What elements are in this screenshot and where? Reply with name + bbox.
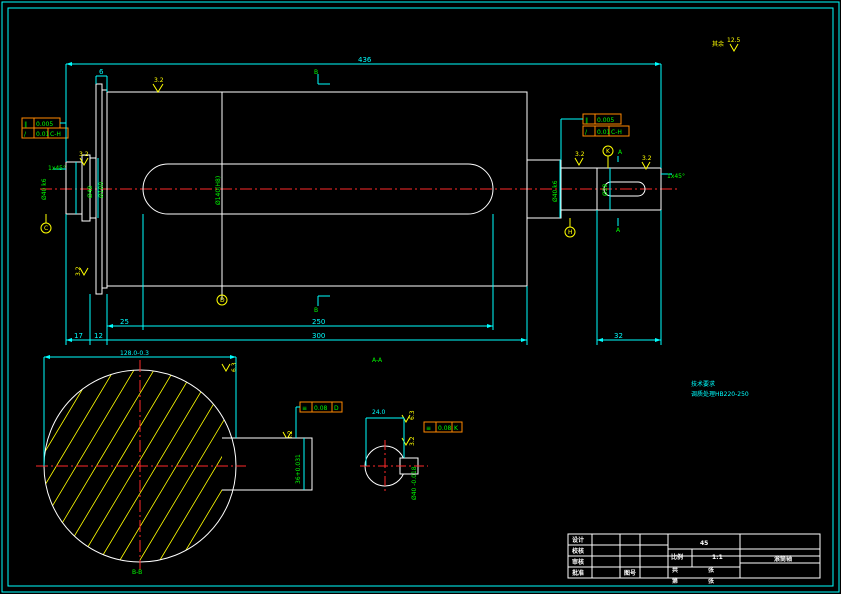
tb-material: 45 xyxy=(700,540,708,547)
roughness-value: 3.2 xyxy=(409,436,416,446)
roughness-value: 6.3 xyxy=(231,362,238,372)
tol-left-datum: C-H xyxy=(50,131,61,138)
tol-right-datum: C-H xyxy=(611,129,622,136)
tol-right-position: 0.01 xyxy=(597,129,611,136)
leaders xyxy=(53,118,672,175)
dia-right-journal: Ø40 k6 xyxy=(552,180,559,202)
section-a-top: A xyxy=(618,149,623,156)
section-bb-view: 128.0-0.3 36+0.031 ≡ 0.08 D B-B xyxy=(36,350,343,576)
dim-right-journal: 32 xyxy=(614,332,623,340)
tb-scale-value: 1:1 xyxy=(712,554,723,561)
section-bb-label: B-B xyxy=(132,569,142,576)
diameter-labels: Ø40 k6 Ø48 Ø100 Ø140(H8) Ø40 k6 Ø28 xyxy=(41,176,609,205)
svg-text:∥: ∥ xyxy=(24,121,27,128)
dimension-lines xyxy=(65,63,662,345)
dim-keyway-width: 24.0 xyxy=(372,409,386,416)
dia-bore: Ø140(H8) xyxy=(215,176,222,205)
dim-overall: 436 xyxy=(358,56,372,64)
inner-frame xyxy=(7,7,834,587)
svg-text:∥: ∥ xyxy=(585,117,588,124)
section-aa-view: A-A 24.0 Ø40 -0.018 ≡ 0.08 K xyxy=(360,357,463,500)
section-markers xyxy=(317,74,619,306)
tol-small-datum: K xyxy=(454,425,459,432)
dim-keyway-depth: 36+0.031 xyxy=(295,454,302,484)
tb-page-label2: 张 xyxy=(708,577,715,585)
roughness-value: 3.2 xyxy=(642,155,652,162)
chamfer-right: 1x45° xyxy=(667,173,685,180)
dimension-texts: 436 6 300 250 25 17 12 32 xyxy=(74,56,623,340)
section-aa-label: A-A xyxy=(372,357,383,364)
roughness-values: 3.2 3.2 3.2 3.2 3.2 12.5 其余 6.3 3.2 6.3 … xyxy=(75,37,741,446)
tb-approve: 批准 xyxy=(572,569,584,577)
tech-req-line: 调质处理HB220-250 xyxy=(691,390,749,398)
roughness-corner-label: 其余 xyxy=(712,40,724,48)
section-b-top: B xyxy=(314,69,318,76)
datum-h: H xyxy=(568,229,573,236)
svg-text:≡: ≡ xyxy=(426,425,431,432)
dim-left-journal: 17 xyxy=(74,332,83,340)
chamfer-left: 1x45° xyxy=(48,165,66,172)
dim-section-width: 128.0-0.3 xyxy=(120,350,149,357)
roughness-value: 3.2 xyxy=(154,77,164,84)
technical-requirements: 技术要求 调质处理HB220-250 xyxy=(691,380,749,398)
tb-page-label: 第 xyxy=(671,577,678,585)
dia-right-end: Ø28 xyxy=(602,183,609,196)
tb-part-name: 滚筒轴 xyxy=(774,555,792,563)
svg-text:/: / xyxy=(24,131,27,138)
dim-small-shaft: Ø40 -0.018 xyxy=(411,466,418,500)
tb-scale-label: 比例 xyxy=(671,553,683,561)
dim-body-length: 300 xyxy=(312,332,325,340)
dim-left-gap: 12 xyxy=(94,332,103,340)
tb-design: 设计 xyxy=(572,536,584,544)
roughness-symbols xyxy=(79,43,739,447)
svg-text:/: / xyxy=(585,129,588,136)
tb-drawing-no: 图号 xyxy=(624,569,636,577)
cad-drawing: 436 6 300 250 25 17 12 32 Ø40 k6 Ø48 Ø10… xyxy=(1,1,840,593)
tb-sheet-label: 共 xyxy=(672,566,678,574)
datum-letters: C H D K xyxy=(44,148,611,304)
dia-left-journal: Ø40 k6 xyxy=(41,178,48,200)
tolerance-frame-right: ∥ 0.005 / 0.01 C-H xyxy=(582,113,630,137)
tol-left-position: 0.01 xyxy=(36,131,50,138)
tech-req-title: 技术要求 xyxy=(691,380,715,388)
tb-review: 审核 xyxy=(572,558,584,566)
datum-c: C xyxy=(44,225,48,232)
tol-left-runout: 0.005 xyxy=(36,121,53,128)
tol-section-datum: D xyxy=(334,405,339,412)
dim-offset: 25 xyxy=(120,318,129,326)
dim-bore-length: 250 xyxy=(312,318,325,326)
roughness-value: 6.3 xyxy=(409,410,416,420)
main-shaft-view xyxy=(40,83,678,300)
dim-left-step: 6 xyxy=(99,68,104,76)
left-journal xyxy=(65,161,83,215)
tb-sheet-label2: 张 xyxy=(708,566,715,574)
tolerance-frame-left: ∥ 0.005 / 0.01 C-H xyxy=(21,117,69,139)
datum-k: K xyxy=(606,148,611,155)
roughness-value: 3.2 xyxy=(575,151,585,158)
datum-d: D xyxy=(220,297,225,304)
tol-right-runout: 0.005 xyxy=(597,117,614,124)
roughness-value: 3.2 xyxy=(79,151,89,158)
dia-left-shoulder-a: Ø48 xyxy=(87,185,94,198)
tol-small-symmetry: 0.08 xyxy=(438,425,452,432)
roughness-general: 12.5 xyxy=(727,37,741,44)
svg-text:≡: ≡ xyxy=(302,405,307,412)
arrowheads xyxy=(66,62,661,342)
tol-section-symmetry: 0.08 xyxy=(314,405,328,412)
dia-left-shoulder-b: Ø100 xyxy=(98,182,105,198)
roughness-value: 3.2 xyxy=(75,266,82,276)
section-a-bottom: A xyxy=(616,227,621,234)
outer-frame xyxy=(1,1,840,593)
section-b-bottom: B xyxy=(314,307,318,314)
tb-check: 校核 xyxy=(572,547,584,555)
